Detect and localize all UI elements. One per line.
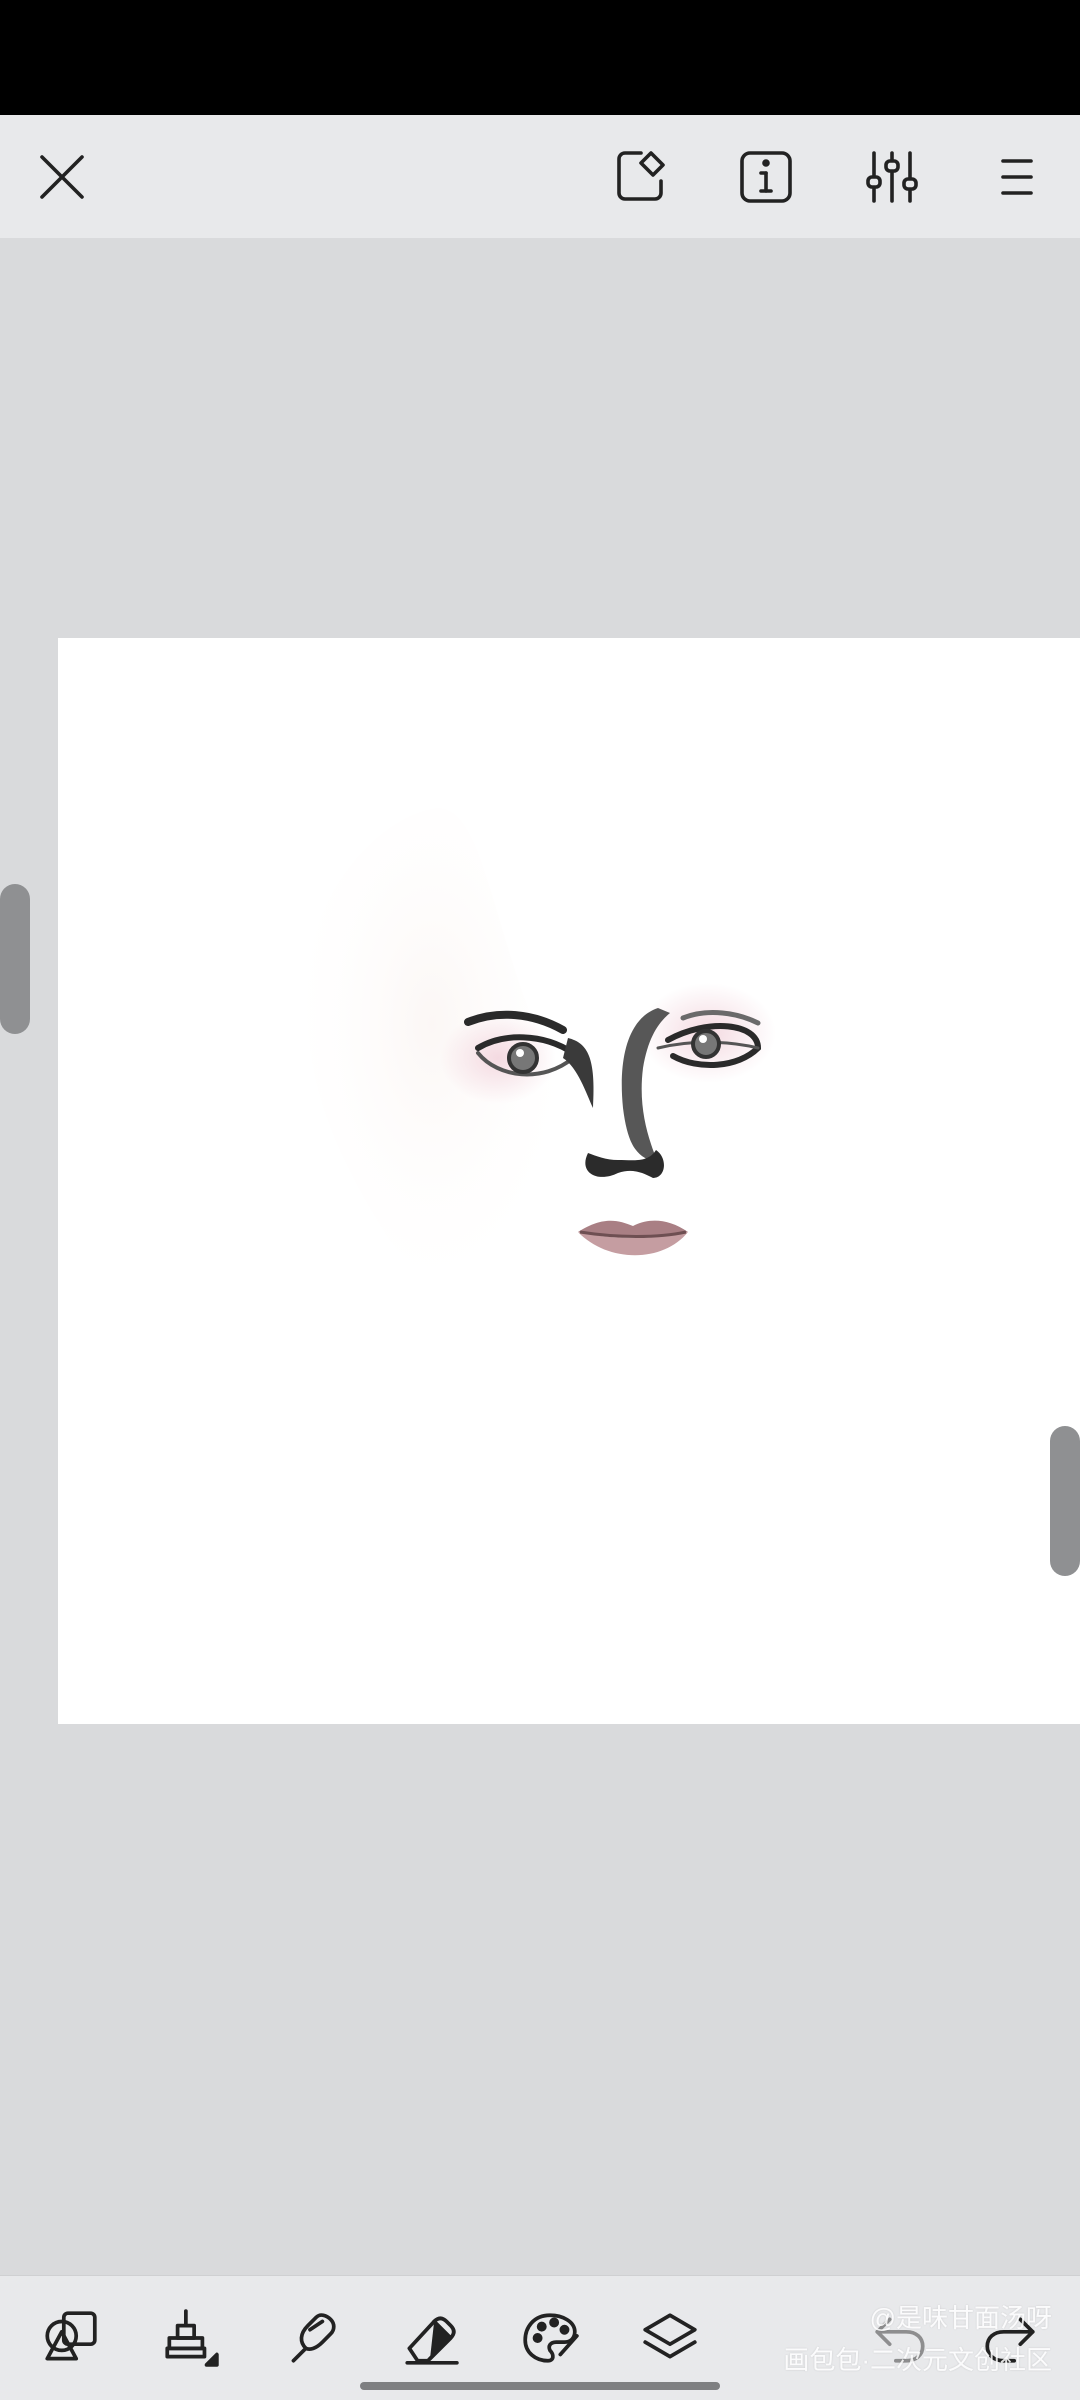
home-indicator[interactable] bbox=[360, 2382, 720, 2390]
lips bbox=[578, 1220, 688, 1256]
menu-button[interactable] bbox=[972, 132, 1062, 222]
palette-icon bbox=[523, 2313, 579, 2363]
right-scroll-handle[interactable] bbox=[1050, 1426, 1080, 1576]
menu-icon bbox=[1001, 159, 1033, 195]
watermark-author: @是味甘面汤呀 bbox=[869, 2303, 1052, 2333]
stamp-icon bbox=[165, 2309, 219, 2367]
color-palette-button[interactable] bbox=[505, 2293, 595, 2383]
top-toolbar bbox=[0, 115, 1080, 238]
layers-button[interactable] bbox=[625, 2293, 715, 2383]
left-brow-stroke bbox=[563, 1038, 594, 1108]
drawing-canvas[interactable] bbox=[58, 638, 1080, 1724]
close-icon bbox=[40, 155, 84, 199]
layers-icon bbox=[643, 2313, 697, 2359]
eraser-icon bbox=[405, 2316, 459, 2365]
close-button[interactable] bbox=[17, 132, 107, 222]
eraser-tool-button[interactable] bbox=[385, 2293, 475, 2383]
face-sketch bbox=[306, 808, 776, 1288]
info-button[interactable] bbox=[721, 132, 811, 222]
canvas-tools-icon bbox=[617, 151, 665, 201]
stamp-tool-button[interactable] bbox=[145, 2293, 235, 2383]
status-bar bbox=[0, 0, 1080, 115]
left-scroll-handle[interactable] bbox=[0, 884, 30, 1034]
info-icon bbox=[740, 151, 792, 203]
shapes-icon bbox=[45, 2311, 97, 2361]
canvas-tools-button[interactable] bbox=[596, 132, 686, 222]
shapes-tool-button[interactable] bbox=[25, 2293, 115, 2383]
smudge-icon bbox=[291, 2313, 336, 2363]
adjustments-button[interactable] bbox=[847, 132, 937, 222]
watermark-community: 画包包·二次元文创社区 bbox=[783, 2345, 1052, 2375]
adjustments-icon bbox=[866, 151, 918, 203]
smudge-tool-button[interactable] bbox=[265, 2293, 355, 2383]
